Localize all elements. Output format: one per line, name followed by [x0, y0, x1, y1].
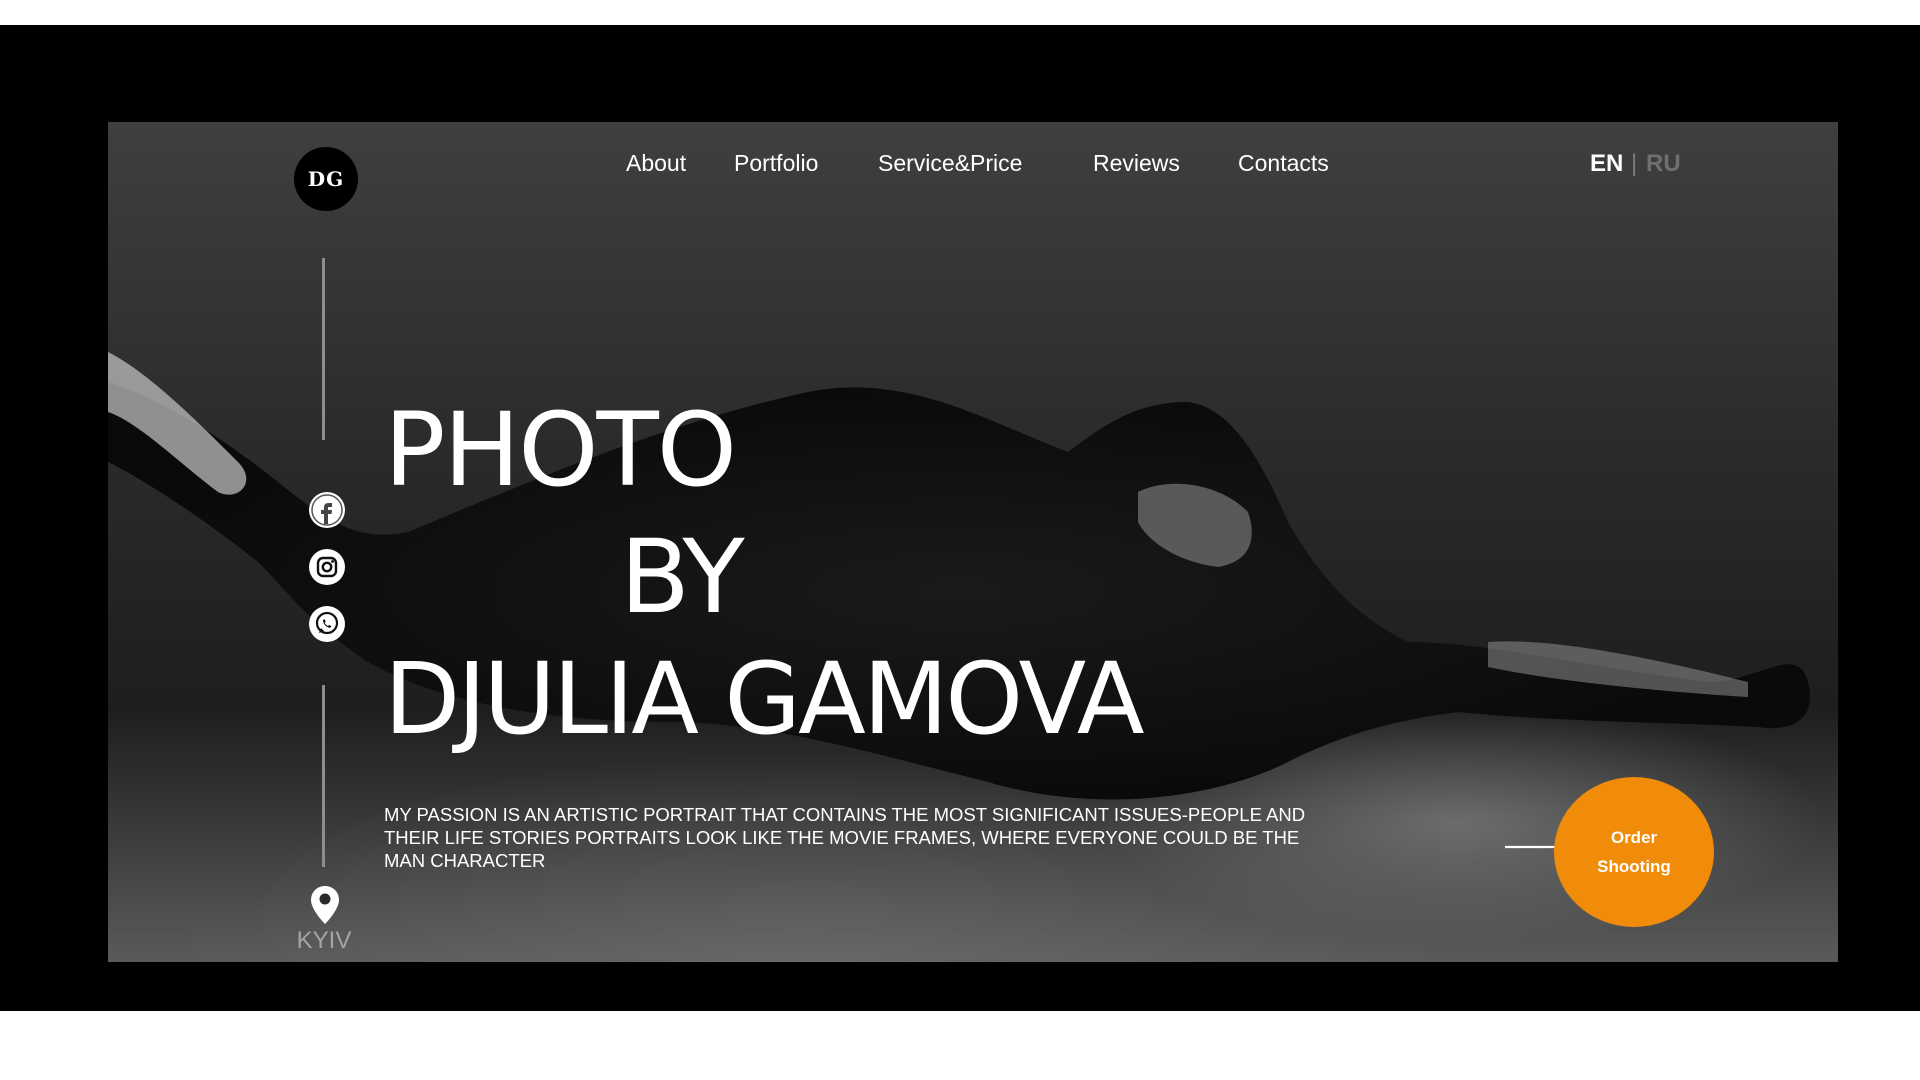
nav-service-price[interactable]: Service&Price — [878, 150, 1022, 177]
hero-title-line-3: DJULIA GAMOVA — [384, 642, 1145, 758]
order-button-line-1: Order — [1610, 828, 1658, 847]
hero-title-line-2: BY — [620, 518, 745, 638]
facebook-icon[interactable] — [309, 492, 345, 528]
lang-ru[interactable]: RU — [1646, 150, 1681, 178]
order-button-line-2: Shooting — [1597, 857, 1671, 876]
logo[interactable]: DG — [294, 147, 358, 211]
order-shooting-button[interactable]: Order Shooting — [1554, 777, 1714, 927]
nav-contacts[interactable]: Contacts — [1238, 150, 1329, 177]
location-city: KYIV — [296, 927, 352, 954]
divider-top — [322, 258, 325, 440]
instagram-icon[interactable] — [309, 549, 345, 585]
location-pin-icon — [311, 886, 339, 929]
lang-en[interactable]: EN — [1590, 150, 1623, 178]
hero-section: DG About Portfolio Service&Price Reviews… — [108, 122, 1838, 962]
nav-about[interactable]: About — [626, 150, 686, 177]
nav-portfolio[interactable]: Portfolio — [734, 150, 818, 177]
whatsapp-icon[interactable] — [309, 606, 345, 642]
logo-text: DG — [307, 167, 345, 191]
hero-title-line-1: PHOTO — [384, 391, 737, 511]
lang-separator: | — [1631, 150, 1638, 177]
hero-tagline: MY PASSION IS AN ARTISTIC PORTRAIT THAT … — [384, 803, 1306, 871]
divider-bottom — [322, 685, 325, 867]
nav-reviews[interactable]: Reviews — [1093, 150, 1180, 177]
